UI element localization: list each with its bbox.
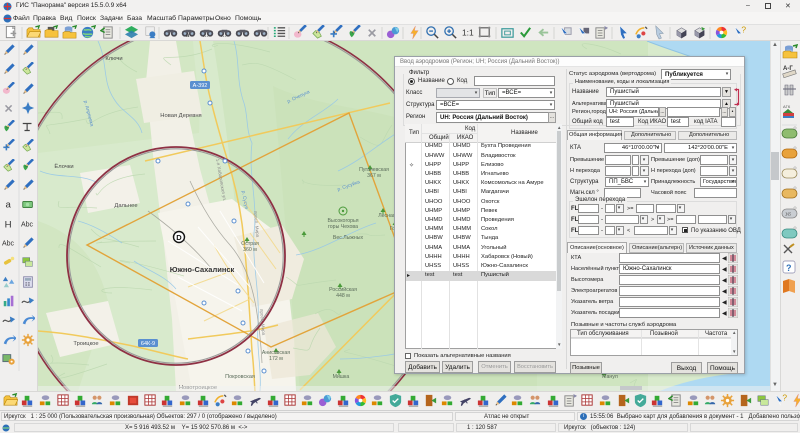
svg-text:Покровская: Покровская	[225, 374, 255, 380]
svg-text:Ключи: Ключи	[105, 56, 122, 62]
svg-text:Манул: Манул	[602, 374, 618, 380]
svg-text:D: D	[176, 233, 182, 242]
svg-text:?: ?	[786, 263, 792, 273]
svg-text:горы Чехова: горы Чехова	[328, 224, 358, 230]
svg-text:64К-9: 64К-9	[141, 341, 155, 347]
svg-text:Российская: Российская	[329, 286, 357, 293]
svg-text:448 м: 448 м	[336, 293, 350, 299]
svg-text:Дальнее: Дальнее	[114, 203, 137, 209]
svg-text:172 м: 172 м	[269, 356, 283, 362]
svg-text:Новая Деревня: Новая Деревня	[160, 113, 201, 119]
svg-text:Ёлочки: Ёлочки	[54, 163, 73, 170]
svg-text:Троицкое: Троицкое	[73, 341, 98, 347]
svg-text:Мишка: Мишка	[333, 374, 350, 380]
svg-text:А-392: А-392	[193, 83, 208, 89]
svg-text:367 м: 367 м	[367, 173, 381, 179]
svg-text:Уб: Уб	[785, 213, 791, 218]
svg-text:Южно-Сахалинск: Южно-Сахалинск	[170, 265, 235, 274]
svg-text:360 м: 360 м	[243, 247, 257, 253]
svg-text:Вес.Лыжных: Вес.Лыжных	[333, 235, 364, 241]
svg-text:АГК: АГК	[783, 104, 791, 109]
